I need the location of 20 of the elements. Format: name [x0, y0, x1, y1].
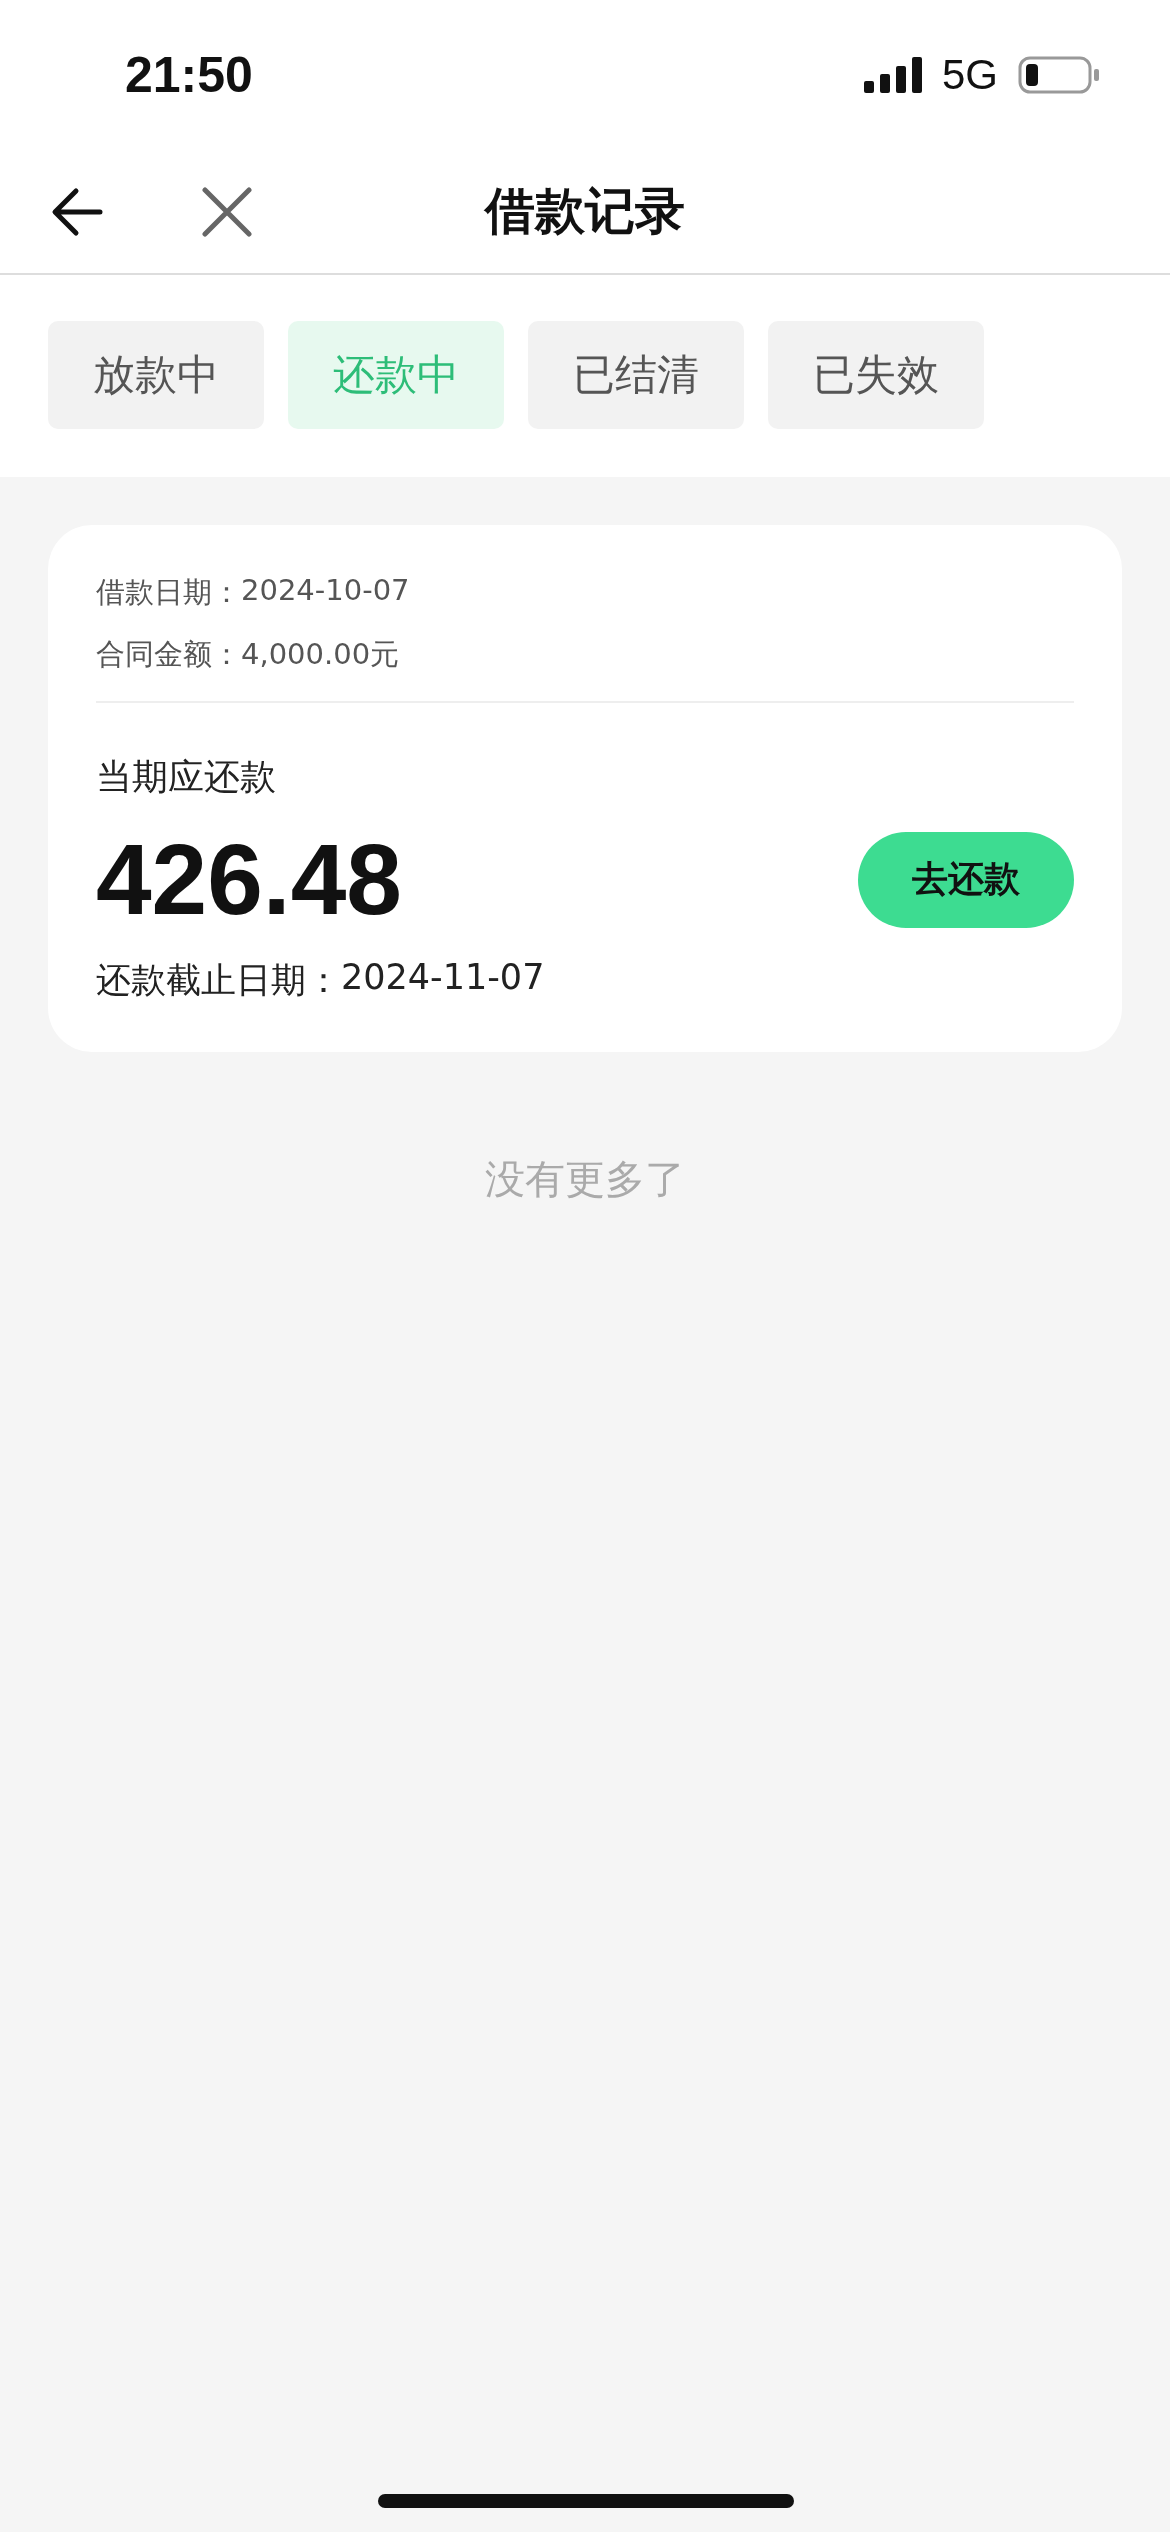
page-title: 借款记录 [485, 181, 685, 242]
loan-date-label: 借款日期： [96, 574, 241, 611]
due-amount: 426.48 [96, 822, 402, 937]
status-time: 21:50 [125, 46, 253, 104]
loan-date: 2024-10-07 [241, 573, 410, 609]
network-label: 5G [941, 51, 998, 99]
close-icon[interactable] [202, 187, 252, 237]
contract-amount: 4,000.00元 [241, 636, 400, 673]
contract-amount-label: 合同金额： [96, 636, 241, 673]
battery-icon [1018, 56, 1100, 94]
due-label: 当期应还款 [96, 755, 277, 799]
deadline-date: 2024-11-07 [341, 957, 545, 999]
back-icon[interactable] [50, 187, 104, 237]
deadline-label: 还款截止日期： [96, 959, 341, 1002]
status-tab[interactable]: 已失效 [768, 321, 984, 429]
status-tab[interactable]: 放款中 [48, 321, 264, 429]
repay-button[interactable]: 去还款 [858, 831, 1074, 928]
signal-icon [863, 57, 922, 93]
status-tab[interactable]: 已结清 [528, 321, 744, 429]
end-of-list-text: 没有更多了 [484, 1155, 686, 1204]
